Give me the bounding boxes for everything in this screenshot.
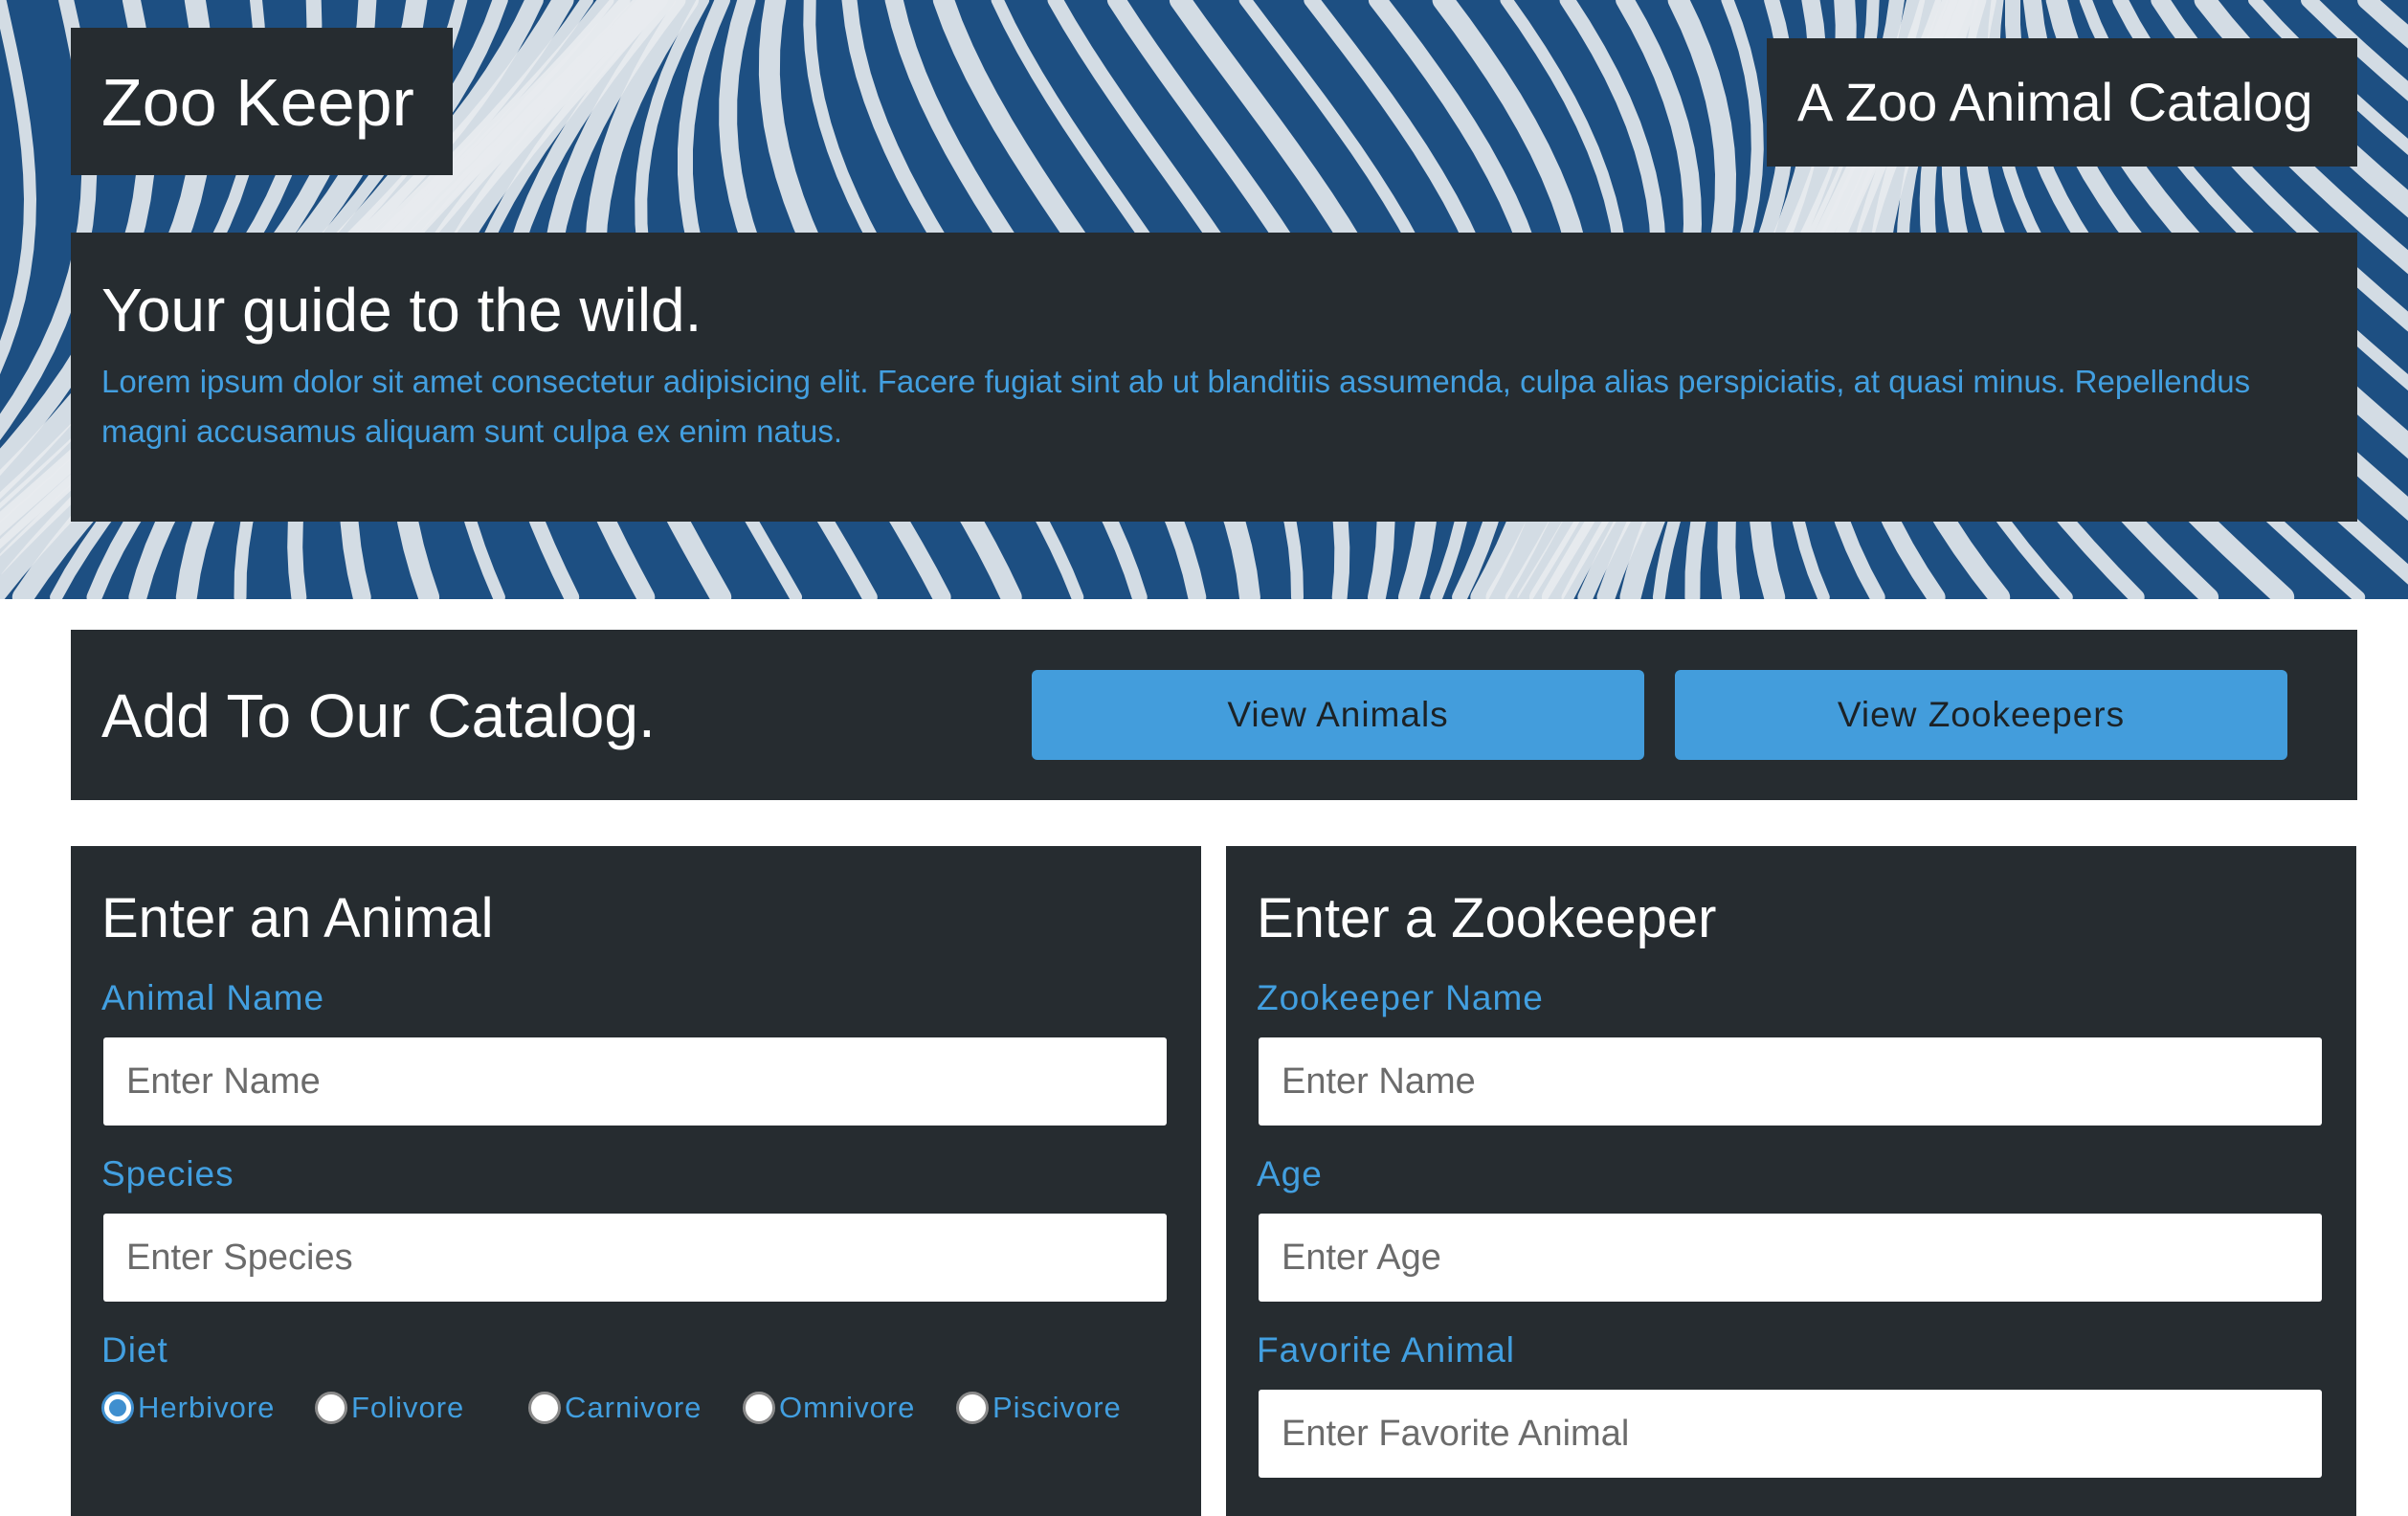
view-animals-button[interactable]: View Animals [1032,670,1644,760]
radio-button[interactable] [743,1392,775,1424]
favorite-animal-label: Favorite Animal [1257,1329,1515,1371]
catalog-bar: Add To Our Catalog. View Animals View Zo… [71,630,2357,800]
animal-name-label: Animal Name [101,977,324,1019]
age-input[interactable] [1259,1214,2322,1302]
diet-option-label: Omnivore [779,1391,915,1425]
animal-name-input[interactable] [103,1037,1167,1126]
diet-option-piscivore[interactable]: Piscivore [956,1385,1122,1431]
species-input[interactable] [103,1214,1167,1302]
intro-section: Your guide to the wild. Lorem ipsum dolo… [71,233,2357,522]
brand-title[interactable]: Zoo Keepr [101,64,414,141]
animal-form: Enter an Animal Animal Name Species Diet… [71,846,1201,1516]
diet-option-carnivore[interactable]: Carnivore [528,1385,702,1431]
diet-option-label: Folivore [351,1391,464,1425]
diet-option-omnivore[interactable]: Omnivore [743,1385,915,1431]
favorite-animal-input[interactable] [1259,1390,2322,1478]
zookeeper-form-heading: Enter a Zookeeper [1257,886,1716,951]
radio-button[interactable] [101,1392,134,1424]
animal-form-heading: Enter an Animal [101,886,493,951]
radio-button[interactable] [315,1392,347,1424]
zookeeper-name-label: Zookeeper Name [1257,977,1544,1019]
tagline-text: A Zoo Animal Catalog [1797,71,2313,134]
zookeeper-name-input[interactable] [1259,1037,2322,1126]
catalog-heading: Add To Our Catalog. [101,680,656,751]
brand-box: Zoo Keepr [71,28,453,175]
diet-option-label: Carnivore [565,1391,702,1425]
view-zookeepers-button[interactable]: View Zookeepers [1675,670,2287,760]
species-label: Species [101,1153,234,1195]
diet-label: Diet [101,1329,168,1371]
radio-button[interactable] [956,1392,989,1424]
zookeeper-form: Enter a Zookeeper Zookeeper Name Age Fav… [1226,846,2356,1516]
intro-text: Lorem ipsum dolor sit amet consectetur a… [101,357,2341,457]
radio-button[interactable] [528,1392,561,1424]
diet-option-label: Piscivore [992,1391,1122,1425]
tagline-box: A Zoo Animal Catalog [1767,38,2357,167]
diet-option-folivore[interactable]: Folivore [315,1385,464,1431]
intro-heading: Your guide to the wild. [101,275,702,346]
age-label: Age [1257,1153,1323,1195]
diet-option-label: Herbivore [138,1391,275,1425]
diet-option-herbivore[interactable]: Herbivore [101,1385,275,1431]
